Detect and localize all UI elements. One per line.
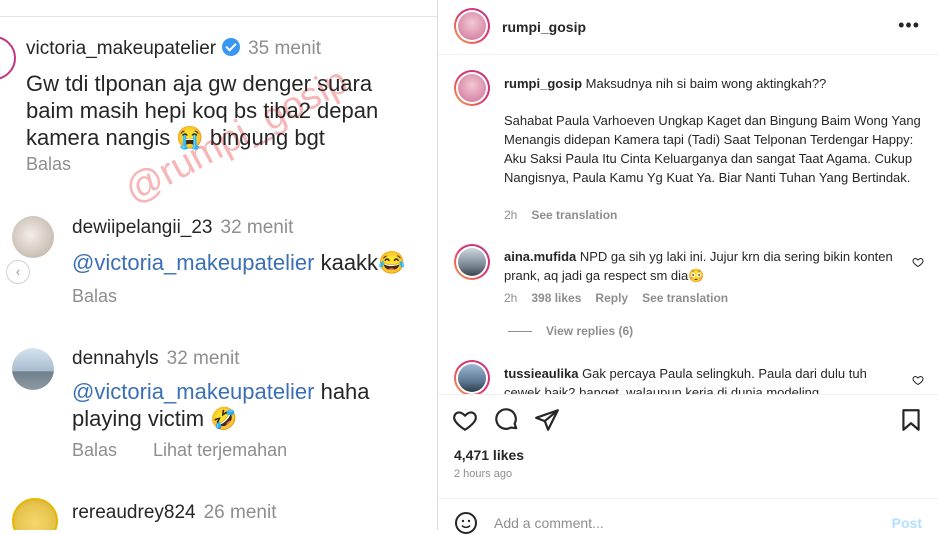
comment-time: 32 menit [220, 217, 294, 238]
reply-link: Balas [72, 286, 118, 306]
post-panel: rumpi_gosip ••• rumpi_gosip Maksudnya ni… [437, 0, 938, 534]
comment-text: @victoria_makeupatelier haha playing vic… [72, 378, 372, 432]
post-image: @rumpi_gosip victoria_makeupatelier 35 me… [0, 0, 437, 530]
post-header: rumpi_gosip ••• [438, 0, 938, 55]
view-replies-label: View replies (6) [546, 324, 634, 338]
see-translation-link[interactable]: See translation [642, 291, 728, 305]
verified-icon [222, 38, 241, 56]
comment-clip: tussieaulika Gak percaya Paula selingkuh… [438, 352, 938, 394]
share-paper-plane-icon[interactable] [534, 407, 560, 433]
post-comment-button[interactable]: Post [892, 515, 922, 531]
post-timestamp: 2 hours ago [454, 468, 513, 480]
avatar [12, 498, 58, 530]
caption-body: Sahabat Paula Varhoeven Ungkap Kaget dan… [504, 113, 921, 185]
comment-username[interactable]: aina.mufida [504, 249, 576, 264]
comment: aina.mufida NPD ga sih yg laki ini. Juju… [504, 247, 904, 285]
reply-button[interactable]: Reply [595, 291, 628, 305]
comment: tussieaulika Gak percaya Paula selingkuh… [504, 364, 904, 394]
image-comment-header: dennahyls 32 menit [72, 348, 240, 370]
avatar [12, 216, 54, 258]
comment-time: 2h [504, 291, 518, 305]
add-comment-bar: Add a comment... Post [438, 498, 938, 534]
reply-link: Balas Lihat terjemahan [72, 440, 287, 461]
comment-time: 35 menit [248, 38, 321, 59]
comment-time: 32 menit [166, 348, 240, 369]
post-username[interactable]: rumpi_gosip [502, 19, 586, 35]
emoji-smiley-icon[interactable] [454, 511, 478, 535]
caption-avatar[interactable] [454, 70, 490, 106]
comment-text: Gw tdi tlponan aja gw denger suara baim … [26, 71, 379, 150]
add-comment-input[interactable]: Add a comment... [494, 515, 604, 531]
more-dots-icon[interactable]: ••• [898, 16, 920, 34]
like-comment-heart-icon[interactable] [912, 256, 924, 268]
mention-link: @victoria_makeupatelier [72, 250, 315, 275]
bookmark-icon[interactable] [898, 407, 924, 433]
comment-text: @victoria_makeupatelier kaakk😂 [72, 249, 432, 276]
comment-username: dewiipelangii_23 [72, 217, 213, 238]
comment-username: dennahyls [72, 348, 159, 369]
view-replies-button[interactable]: View replies (6) [508, 324, 633, 338]
comment-bubble-icon[interactable] [494, 407, 520, 433]
like-comment-heart-icon[interactable] [912, 374, 924, 386]
comment-username[interactable]: tussieaulika [504, 366, 578, 381]
like-heart-icon[interactable] [452, 407, 478, 433]
commenter-avatar[interactable] [454, 360, 490, 394]
divider [0, 16, 437, 17]
avatar [12, 348, 54, 390]
profile-avatar[interactable] [454, 8, 490, 44]
commenter-avatar[interactable] [454, 244, 490, 280]
action-bar [438, 394, 938, 445]
see-translation-link[interactable]: See translation [531, 208, 617, 222]
comment-body: kaakk😂 [320, 250, 406, 275]
carousel-prev-button[interactable]: ‹ [6, 260, 30, 284]
comment-username: rereaudrey824 [72, 502, 196, 523]
reply-label: Balas [72, 440, 118, 460]
comment-username: victoria_makeupatelier [26, 38, 217, 59]
comment-likes[interactable]: 398 likes [531, 291, 581, 305]
image-comment-header: victoria_makeupatelier 35 menit [26, 38, 321, 60]
mention-link: @victoria_makeupatelier [72, 379, 315, 404]
divider [508, 331, 532, 333]
caption-username[interactable]: rumpi_gosip [504, 76, 582, 91]
like-count[interactable]: 4,471 likes [454, 447, 524, 463]
caption-meta: 2h See translation [504, 208, 631, 222]
caption-time: 2h [504, 208, 518, 222]
image-comment-header: rereaudrey824 26 menit [72, 502, 276, 524]
caption-first-line: Maksudnya nih si baim wong aktingkah?? [585, 76, 827, 91]
comment-meta: 2h 398 likes Reply See translation [504, 291, 742, 305]
image-comment-header: dewiipelangii_23 32 menit [72, 217, 293, 239]
caption: rumpi_gosip Maksudnya nih si baim wong a… [504, 74, 924, 93]
comment-time: 26 menit [203, 502, 277, 523]
reply-link: Balas [26, 154, 72, 174]
translate-link: Lihat terjemahan [153, 440, 288, 460]
avatar [0, 36, 16, 80]
